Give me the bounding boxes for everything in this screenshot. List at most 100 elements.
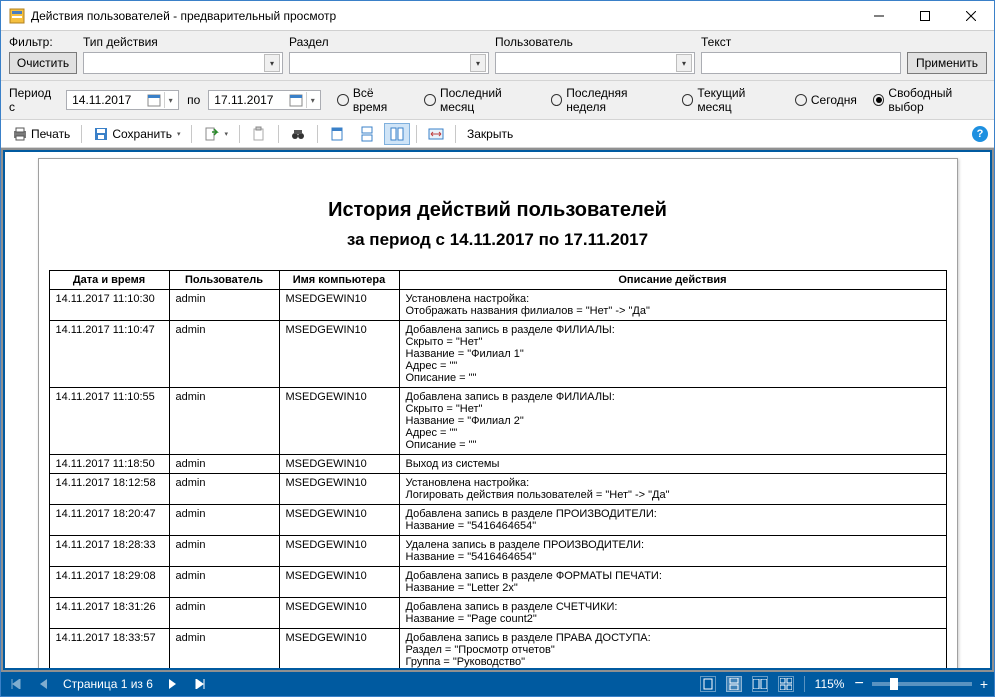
cell-user: admin [169, 505, 279, 536]
prev-page-button[interactable] [35, 675, 53, 693]
filter-section-combo[interactable]: ▾ [289, 52, 489, 74]
page-continuous-icon [359, 126, 375, 142]
continuous-page-button[interactable] [354, 123, 380, 145]
cell-datetime: 14.11.2017 18:31:26 [49, 598, 169, 629]
save-button[interactable]: Сохранить ▾ [88, 123, 185, 145]
chevron-down-icon: ▾ [224, 130, 228, 138]
view-continuous-button[interactable] [726, 676, 742, 692]
cell-description: Добавлена запись в разделе ФИЛИАЛЫ:Скрыт… [399, 388, 946, 455]
period-last-month-radio[interactable]: Последний месяц [424, 86, 534, 114]
period-this-month-radio[interactable]: Текущий месяц [682, 86, 779, 114]
period-from-label: Период с [9, 86, 58, 114]
table-row: 14.11.2017 11:18:50adminMSEDGEWIN10Выход… [49, 455, 946, 474]
zoom-thumb[interactable] [890, 678, 898, 690]
separator [416, 125, 417, 143]
col-user: Пользователь [169, 271, 279, 290]
filter-label: Фильтр: [9, 35, 77, 50]
titlebar: Действия пользователей - предварительный… [1, 1, 994, 31]
report-table: Дата и время Пользователь Имя компьютера… [49, 270, 947, 670]
find-button[interactable] [285, 123, 311, 145]
table-row: 14.11.2017 18:12:58adminMSEDGEWIN10Устан… [49, 474, 946, 505]
page-multi-icon [389, 126, 405, 142]
separator [317, 125, 318, 143]
filter-type-combo[interactable]: ▾ [83, 52, 283, 74]
cell-user: admin [169, 474, 279, 505]
cell-computer: MSEDGEWIN10 [279, 567, 399, 598]
date-to-picker[interactable]: 17.11.2017 ▾ [208, 90, 321, 110]
last-page-button[interactable] [191, 675, 209, 693]
clear-button[interactable]: Очистить [9, 52, 77, 74]
chevron-down-icon: ▾ [470, 54, 486, 72]
preview-scroll[interactable]: История действий пользователей за период… [3, 150, 992, 670]
cell-datetime: 14.11.2017 18:28:33 [49, 536, 169, 567]
calendar-icon [147, 93, 161, 107]
fit-width-button[interactable] [423, 123, 449, 145]
cell-datetime: 14.11.2017 11:10:47 [49, 321, 169, 388]
cell-datetime: 14.11.2017 11:10:30 [49, 290, 169, 321]
minimize-button[interactable] [856, 1, 902, 31]
report-page: История действий пользователей за период… [38, 158, 958, 670]
cell-computer: MSEDGEWIN10 [279, 455, 399, 474]
cell-user: admin [169, 598, 279, 629]
separator [278, 125, 279, 143]
cell-description: Удалена запись в разделе ПРОИЗВОДИТЕЛИ:Н… [399, 536, 946, 567]
preview-area: История действий пользователей за период… [1, 148, 994, 672]
cell-description: Добавлена запись в разделе ПРОИЗВОДИТЕЛИ… [399, 505, 946, 536]
period-today-radio[interactable]: Сегодня [795, 93, 857, 107]
filter-panel: Фильтр: Тип действия Раздел Пользователь… [1, 31, 994, 81]
apply-button[interactable]: Применить [907, 52, 987, 74]
close-button[interactable] [948, 1, 994, 31]
filter-text-input[interactable] [701, 52, 901, 74]
cell-description: Выход из системы [399, 455, 946, 474]
zoom-value: 115% [815, 677, 845, 691]
cell-datetime: 14.11.2017 11:10:55 [49, 388, 169, 455]
maximize-button[interactable] [902, 1, 948, 31]
cell-user: admin [169, 567, 279, 598]
cell-datetime: 14.11.2017 18:29:08 [49, 567, 169, 598]
cell-description: Установлена настройка:Логировать действи… [399, 474, 946, 505]
cell-computer: MSEDGEWIN10 [279, 388, 399, 455]
cell-description: Установлена настройка:Отображать названи… [399, 290, 946, 321]
print-button[interactable]: Печать [7, 123, 75, 145]
zoom-in-button[interactable]: + [980, 679, 988, 689]
period-free-radio[interactable]: Свободный выбор [873, 86, 986, 114]
separator [455, 125, 456, 143]
period-panel: Период с 14.11.2017 ▾ по 17.11.2017 ▾ Вс… [1, 81, 994, 120]
cell-computer: MSEDGEWIN10 [279, 629, 399, 671]
table-row: 14.11.2017 18:31:26adminMSEDGEWIN10Добав… [49, 598, 946, 629]
cell-user: admin [169, 321, 279, 388]
date-from-picker[interactable]: 14.11.2017 ▾ [66, 90, 179, 110]
view-multi-button[interactable] [778, 676, 794, 692]
single-page-button[interactable] [324, 123, 350, 145]
app-icon [9, 8, 25, 24]
col-description: Описание действия [399, 271, 946, 290]
cell-description: Добавлена запись в разделе ФИЛИАЛЫ:Скрыт… [399, 321, 946, 388]
separator [239, 125, 240, 143]
next-page-button[interactable] [163, 675, 181, 693]
period-all-radio[interactable]: Всё время [337, 86, 408, 114]
separator [191, 125, 192, 143]
cell-computer: MSEDGEWIN10 [279, 536, 399, 567]
multi-page-button[interactable] [384, 123, 410, 145]
export-button[interactable]: ▾ [198, 123, 233, 145]
cell-user: admin [169, 290, 279, 321]
zoom-slider[interactable] [872, 682, 972, 686]
period-last-week-radio[interactable]: Последняя неделя [551, 86, 666, 114]
cell-user: admin [169, 629, 279, 671]
export-icon [203, 126, 219, 142]
first-page-button[interactable] [7, 675, 25, 693]
filter-section-label: Раздел [289, 35, 489, 50]
cell-datetime: 14.11.2017 11:18:50 [49, 455, 169, 474]
filter-user-combo[interactable]: ▾ [495, 52, 695, 74]
copy-button[interactable] [246, 123, 272, 145]
view-facing-button[interactable] [752, 676, 768, 692]
clipboard-icon [251, 126, 267, 142]
filter-type-label: Тип действия [83, 35, 283, 50]
separator [81, 125, 82, 143]
zoom-out-button[interactable]: − [854, 679, 863, 689]
close-preview-button[interactable]: Закрыть [462, 123, 518, 145]
preview-toolbar: Печать Сохранить ▾ ▾ [1, 120, 994, 148]
help-button[interactable]: ? [972, 126, 988, 142]
view-single-button[interactable] [700, 676, 716, 692]
save-icon [93, 126, 109, 142]
